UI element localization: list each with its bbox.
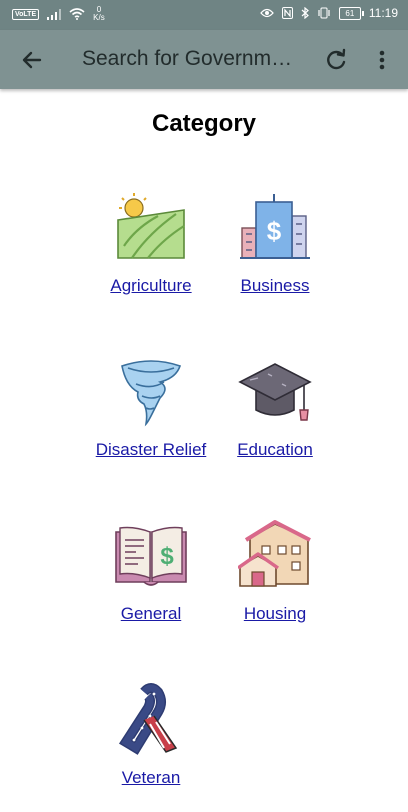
signal-icon	[47, 8, 62, 20]
category-label[interactable]: Education	[200, 440, 350, 460]
net-speed: 0 K/s	[93, 6, 105, 22]
network-badge: VoLTE	[12, 8, 40, 20]
eye-icon	[260, 8, 274, 18]
category-label[interactable]: Veteran	[76, 768, 226, 788]
app-bar: Search for Governm…	[0, 30, 408, 89]
category-business[interactable]: $ Business	[200, 190, 350, 320]
field-sun-icon	[117, 193, 185, 259]
page-title: Category	[151, 110, 257, 137]
category-veteran[interactable]: Veteran	[76, 682, 226, 812]
svg-text:$: $	[267, 216, 282, 246]
net-speed-unit: K/s	[93, 13, 105, 22]
battery-level: 61	[338, 6, 364, 20]
nfc-icon	[281, 7, 293, 19]
category-education[interactable]: Education	[200, 354, 350, 484]
refresh-icon[interactable]	[322, 46, 350, 74]
category-label[interactable]: Housing	[200, 604, 350, 624]
awareness-ribbon-icon	[118, 683, 178, 755]
bluetooth-icon	[301, 7, 309, 19]
graduation-cap-icon	[238, 363, 312, 421]
tornado-icon	[121, 360, 182, 427]
category-housing[interactable]: Housing	[200, 518, 350, 648]
houses-icon	[238, 520, 311, 587]
app-bar-title: Search for Governm…	[82, 47, 293, 70]
vibrate-icon	[318, 7, 330, 19]
status-bar: VoLTE 0 K/s 61 11:19	[0, 0, 408, 30]
office-building-icon: $	[240, 194, 310, 259]
wifi-icon	[69, 8, 85, 20]
svg-text:$: $	[160, 543, 174, 570]
book-dollar-icon: $	[115, 526, 187, 586]
more-vertical-icon[interactable]	[374, 46, 390, 74]
category-label[interactable]: Business	[200, 276, 350, 296]
clock: 11:19	[368, 6, 398, 20]
arrow-left-icon[interactable]	[18, 46, 46, 74]
